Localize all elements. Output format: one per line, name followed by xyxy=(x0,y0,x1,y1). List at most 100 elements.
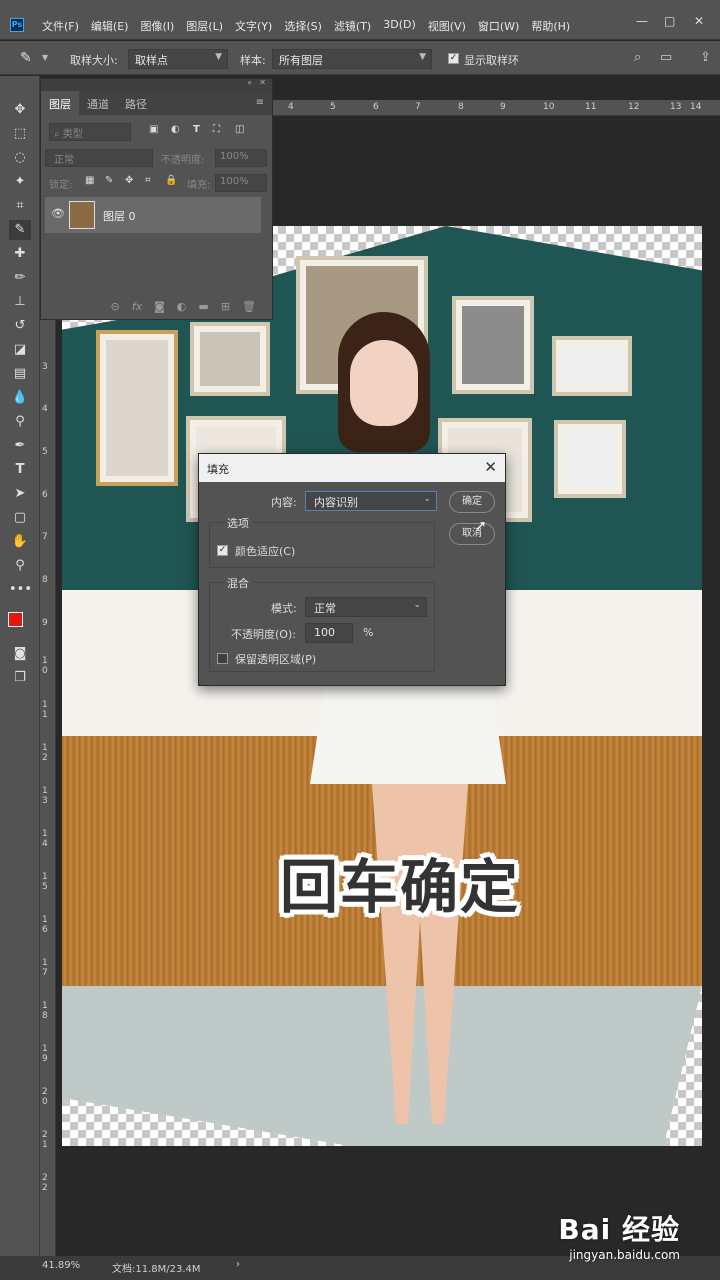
ruler-tick: 10 xyxy=(543,102,555,112)
tab-channels[interactable]: 通道 xyxy=(79,91,117,115)
fx-icon[interactable]: fx xyxy=(132,300,142,313)
panel-menu-icon[interactable]: ≡ xyxy=(248,91,272,115)
pen-tool-icon[interactable]: ✒ xyxy=(9,436,31,456)
mode-select[interactable]: 正常 ⌄ xyxy=(305,597,427,617)
healing-brush-icon[interactable]: ✚ xyxy=(9,244,31,264)
layer-thumbnail xyxy=(69,201,95,229)
preserve-transparency-label: 保留透明区域(P) xyxy=(235,653,317,666)
menu-edit[interactable]: 编辑(E) xyxy=(91,18,129,34)
eraser-tool-icon[interactable]: ◪ xyxy=(9,340,31,360)
brush-tool-icon[interactable]: ✏ xyxy=(9,268,31,288)
gradient-tool-icon[interactable]: ▤ xyxy=(9,364,31,384)
magic-wand-icon[interactable]: ✦ xyxy=(9,172,31,192)
new-layer-icon[interactable]: ⊞ xyxy=(221,300,230,313)
cancel-button[interactable]: 取消 xyxy=(449,523,495,545)
show-ring-checkbox[interactable]: ✓ xyxy=(448,53,459,64)
zoom-level[interactable]: 41.89% xyxy=(42,1260,80,1271)
stamp-tool-icon[interactable]: ⊥ xyxy=(9,292,31,312)
blend-mode-select[interactable]: 正常 xyxy=(45,149,153,167)
person-dress xyxy=(310,680,506,784)
more-tools-icon[interactable]: ••• xyxy=(9,580,32,600)
visibility-eye-icon[interactable]: 👁 xyxy=(51,207,65,220)
quick-mask-icon[interactable]: ◙ xyxy=(9,644,31,664)
menu-layer[interactable]: 图层(L) xyxy=(186,18,223,34)
artboard-icon[interactable]: ⌗ xyxy=(145,175,151,186)
crop-tool-icon[interactable]: ⌗ xyxy=(9,196,31,216)
ruler-tick: 9 xyxy=(500,102,506,112)
tab-paths[interactable]: 路径 xyxy=(117,91,155,115)
folder-icon[interactable]: ▬ xyxy=(198,300,208,313)
workspace-icon[interactable]: ▭ xyxy=(660,50,672,65)
contents-select[interactable]: 内容识别 ⌄ xyxy=(305,491,437,511)
opacity-input[interactable]: 100 xyxy=(305,623,353,643)
close-window-button[interactable]: ✕ xyxy=(694,14,704,28)
adjustment-layer-icon[interactable]: ◐ xyxy=(177,300,187,313)
preserve-transparency-checkbox[interactable] xyxy=(217,653,228,664)
lock-transparency-icon[interactable]: ▦ xyxy=(85,175,94,186)
marquee-tool-icon[interactable]: ⬚ xyxy=(9,124,31,144)
layer-name[interactable]: 图层 0 xyxy=(103,208,136,224)
lock-position-icon[interactable]: ✥ xyxy=(125,175,133,186)
trash-icon[interactable]: 🗑 xyxy=(242,300,256,313)
link-icon[interactable]: ⊝ xyxy=(111,300,120,313)
watermark-brand: Bai 经验 xyxy=(558,1213,680,1246)
chevron-down-icon: ▼ xyxy=(215,52,222,62)
menu-3d[interactable]: 3D(D) xyxy=(383,18,416,34)
mask-icon[interactable]: ◙ xyxy=(154,300,165,313)
dodge-tool-icon[interactable]: ⚲ xyxy=(9,412,31,432)
lock-pixels-icon[interactable]: ✎ xyxy=(105,175,113,186)
adjustment-filter-icon[interactable]: ◐ xyxy=(171,124,180,135)
blur-tool-icon[interactable]: 💧 xyxy=(9,388,31,408)
opacity-label: 不透明度: xyxy=(161,155,205,166)
shape-filter-icon[interactable]: ⛶ xyxy=(213,124,220,135)
panel-header[interactable]: « ✕ xyxy=(41,78,272,91)
tools-panel: ✥ ⬚ ◌ ✦ ⌗ ✎ ✚ ✏ ⊥ ↺ ◪ ▤ 💧 ⚲ ✒ T ➤ ▢ ✋ ⚲ … xyxy=(0,76,40,1256)
minimize-button[interactable]: — xyxy=(636,14,648,28)
shape-tool-icon[interactable]: ▢ xyxy=(9,508,31,528)
history-brush-icon[interactable]: ↺ xyxy=(9,316,31,336)
foreground-color-swatch[interactable] xyxy=(8,612,23,627)
menu-select[interactable]: 选择(S) xyxy=(284,18,322,34)
smart-object-filter-icon[interactable]: ◫ xyxy=(235,124,244,135)
opacity-field[interactable]: 100% xyxy=(215,149,267,167)
eyedropper-tool-icon[interactable]: ✎ xyxy=(9,220,31,240)
eyedropper-icon[interactable]: ✎ xyxy=(20,50,32,66)
close-panel-icon[interactable]: ✕ xyxy=(259,78,266,87)
menu-help[interactable]: 帮助(H) xyxy=(531,18,570,34)
restore-button[interactable]: □ xyxy=(664,14,675,28)
zoom-tool-icon[interactable]: ⚲ xyxy=(9,556,31,576)
tab-layers[interactable]: 图层 xyxy=(41,91,79,115)
lock-all-icon[interactable]: 🔒 xyxy=(165,175,177,186)
menu-type[interactable]: 文字(Y) xyxy=(235,18,272,34)
close-icon[interactable]: ✕ xyxy=(484,458,497,476)
screen-mode-icon[interactable]: ❐ xyxy=(9,668,31,688)
color-adaptation-checkbox[interactable]: ✓ xyxy=(217,545,228,556)
menu-window[interactable]: 窗口(W) xyxy=(478,18,519,34)
ok-button[interactable]: 确定 xyxy=(449,491,495,513)
type-filter-icon[interactable]: T xyxy=(193,124,200,135)
ruler-tick: 1 7 xyxy=(42,958,48,978)
type-tool-icon[interactable]: T xyxy=(9,460,31,480)
kind-filter[interactable]: ⌕ 类型 xyxy=(49,123,131,141)
lasso-tool-icon[interactable]: ◌ xyxy=(9,148,31,168)
layer-row[interactable]: 👁 图层 0 xyxy=(45,197,261,233)
chevron-down-icon[interactable]: ▼ xyxy=(42,53,48,62)
move-tool-icon[interactable]: ✥ xyxy=(9,100,31,120)
pixel-filter-icon[interactable]: ▣ xyxy=(149,124,158,135)
collapse-icon[interactable]: « xyxy=(247,78,252,87)
search-icon[interactable]: ⌕ xyxy=(634,50,641,65)
dialog-title: 填充 xyxy=(207,463,229,476)
path-select-icon[interactable]: ➤ xyxy=(9,484,31,504)
menu-view[interactable]: 视图(V) xyxy=(428,18,466,34)
menu-file[interactable]: 文件(F) xyxy=(42,18,79,34)
fill-field[interactable]: 100% xyxy=(215,174,267,192)
status-menu-arrow[interactable]: › xyxy=(236,1259,240,1270)
menu-image[interactable]: 图像(I) xyxy=(140,18,174,34)
hand-tool-icon[interactable]: ✋ xyxy=(9,532,31,552)
sample-select[interactable]: 所有图层 ▼ xyxy=(272,49,432,69)
share-icon[interactable]: ⇪ xyxy=(700,50,711,65)
dialog-titlebar[interactable]: 填充 ✕ xyxy=(199,454,505,482)
opacity-label: 不透明度(O): xyxy=(231,628,296,641)
sample-size-select[interactable]: 取样点 ▼ xyxy=(128,49,228,69)
menu-filter[interactable]: 滤镜(T) xyxy=(334,18,371,34)
